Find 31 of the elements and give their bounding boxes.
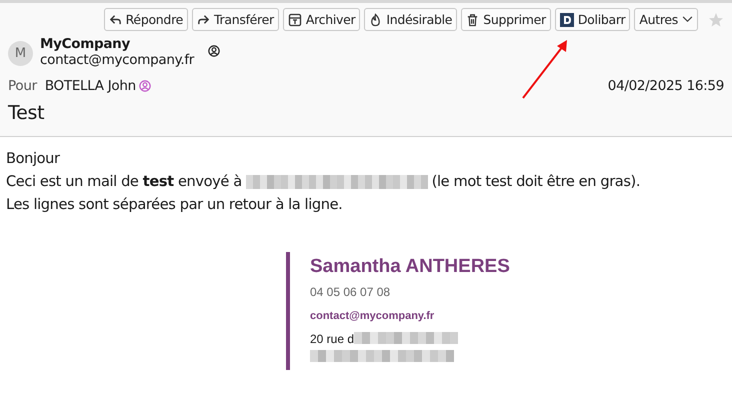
body-text: (le mot test doit être en gras). [432,172,640,192]
forward-button[interactable]: Transférer [192,8,279,31]
reply-button[interactable]: Répondre [104,8,188,31]
body-text: Les lignes sont séparées par un retour à la ligne. [6,195,342,215]
archive-button[interactable]: Archiver [282,8,360,31]
star-icon[interactable] [708,12,724,28]
signature-phone: 04 05 06 07 08 [310,284,392,301]
trash-icon [466,12,480,26]
delete-button[interactable]: Supprimer [461,8,551,31]
subject-text: Test [8,102,46,124]
body-text: Ceci est un mail de test envoyé à [6,172,242,192]
to-label: Pour [8,78,37,94]
more-button[interactable]: Autres [634,8,698,31]
reply-icon [108,13,122,26]
chevron-down-icon [682,16,693,23]
forward-icon [197,13,210,26]
signature-address: 20 rue d [310,331,354,348]
avatar: M [8,41,33,66]
contact-icon[interactable] [208,45,220,57]
sender-name[interactable]: MyCompany [40,36,130,52]
recipient-name[interactable]: BOTELLA John [44,78,136,94]
body-text: Bonjour [6,149,60,169]
flame-icon [369,12,382,26]
junk-button[interactable]: Indésirable [364,8,458,31]
dolibarr-button[interactable]: Dolibarr [554,8,630,31]
sender-email[interactable]: contact@mycompany.fr [40,52,194,68]
signature-name: Samantha ANTHERES [310,255,511,279]
date-text: 04/02/2025 16:59 [608,78,724,94]
archive-icon [288,12,302,26]
signature-email[interactable]: contact@mycompany.fr [310,304,726,328]
logo-icon [560,12,574,26]
